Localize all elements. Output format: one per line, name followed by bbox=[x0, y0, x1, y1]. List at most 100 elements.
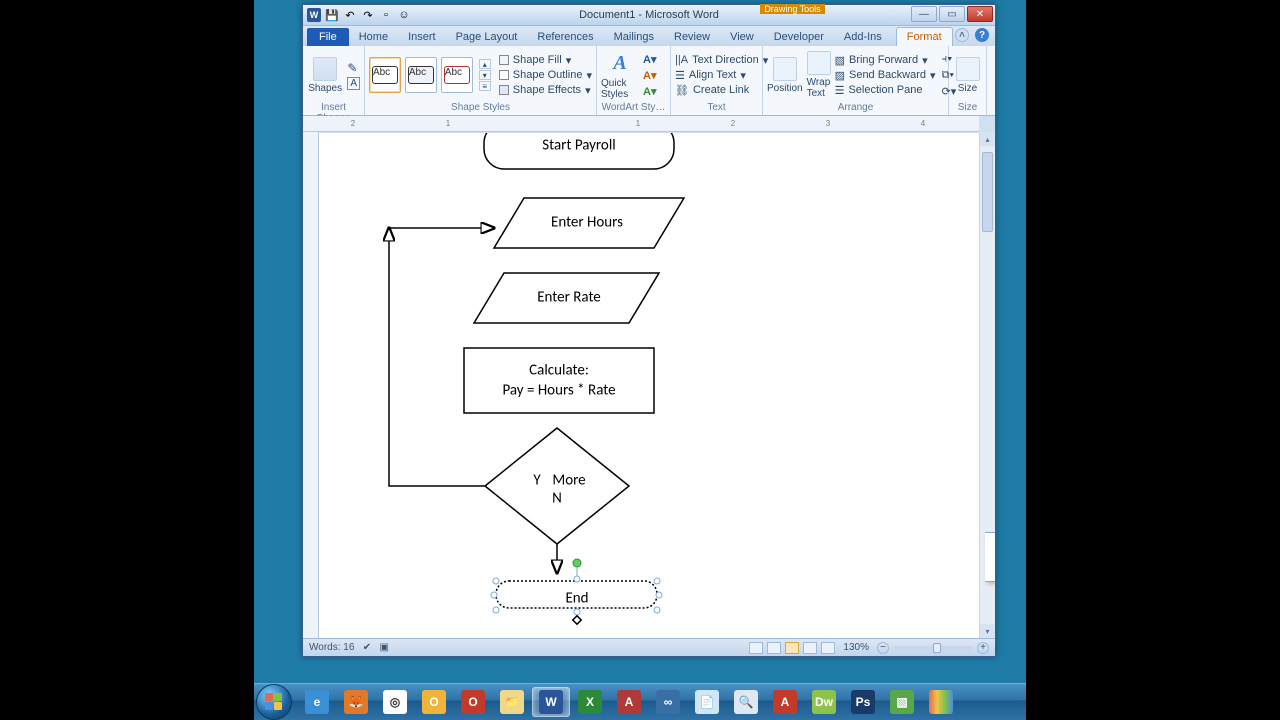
save-icon[interactable]: 💾 bbox=[325, 8, 339, 22]
scroll-down-icon[interactable]: ▾ bbox=[980, 624, 995, 638]
shape-start[interactable]: Start Payroll bbox=[484, 133, 674, 169]
smiley-icon[interactable]: ☺ bbox=[397, 8, 411, 22]
view-web-layout[interactable] bbox=[785, 642, 799, 654]
tab-addins[interactable]: Add-Ins bbox=[834, 28, 892, 46]
create-link-button[interactable]: ⛓Create Link bbox=[675, 84, 768, 97]
taskbar-internet-explorer[interactable]: e bbox=[298, 687, 336, 717]
background-window-peek[interactable]: W bbox=[985, 532, 995, 582]
status-left: Words: 16 ✔ ▣ bbox=[309, 642, 389, 653]
tab-references[interactable]: References bbox=[527, 28, 603, 46]
wrap-text-button[interactable]: Wrap Text bbox=[807, 51, 831, 99]
zoom-level[interactable]: 130% bbox=[843, 642, 869, 653]
gallery-down-icon[interactable]: ▾ bbox=[479, 70, 491, 80]
tab-file[interactable]: File bbox=[307, 28, 349, 46]
shapes-button[interactable]: Shapes bbox=[307, 57, 343, 94]
scroll-thumb[interactable] bbox=[982, 152, 993, 232]
shape-enter-rate[interactable]: Enter Rate bbox=[474, 273, 659, 323]
shape-style-1[interactable]: Abc bbox=[369, 57, 401, 93]
backward-icon: ▨ bbox=[835, 69, 845, 82]
word-count-value[interactable]: 16 bbox=[343, 642, 354, 653]
shape-decision[interactable]: Y More N bbox=[485, 428, 629, 544]
taskbar-chrome[interactable]: ◎ bbox=[376, 687, 414, 717]
taskbar-notepad[interactable]: 📄 bbox=[688, 687, 726, 717]
size-button[interactable]: Size bbox=[953, 57, 982, 94]
word-count-label[interactable]: Words: bbox=[309, 642, 341, 653]
zoom-out-button[interactable]: − bbox=[877, 642, 889, 654]
taskbar-app-rainbow[interactable] bbox=[922, 687, 960, 717]
tab-page-layout[interactable]: Page Layout bbox=[446, 28, 528, 46]
shape-enter-hours[interactable]: Enter Hours bbox=[494, 198, 684, 248]
text-outline-icon[interactable]: A▾ bbox=[643, 69, 656, 82]
edit-shape-icon[interactable]: ✎ bbox=[347, 61, 360, 75]
shape-style-2[interactable]: Abc bbox=[405, 57, 437, 93]
size-icon bbox=[956, 57, 980, 81]
view-full-screen[interactable] bbox=[767, 642, 781, 654]
taskbar[interactable]: e🦊◎OO📁WXA∞📄🔍ADwPs▧ bbox=[254, 683, 1026, 720]
send-backward-button[interactable]: ▨Send Backward ▾ bbox=[835, 69, 936, 82]
app-green-icon: ▧ bbox=[890, 690, 914, 714]
redo-icon[interactable]: ↷ bbox=[361, 8, 375, 22]
scroll-up-icon[interactable]: ▴ bbox=[980, 132, 995, 146]
taskbar-dreamweaver[interactable]: Dw bbox=[805, 687, 843, 717]
photoshop-icon: Ps bbox=[851, 690, 875, 714]
taskbar-app-blue[interactable]: ∞ bbox=[649, 687, 687, 717]
shape-calculate[interactable]: Calculate: Pay = Hours * Rate bbox=[464, 348, 654, 413]
zoom-in-button[interactable]: + bbox=[977, 642, 989, 654]
view-draft[interactable] bbox=[821, 642, 835, 654]
document-page[interactable]: Start Payroll Enter Hours Enter Rate Cal… bbox=[319, 132, 979, 638]
tab-insert[interactable]: Insert bbox=[398, 28, 446, 46]
help-icon[interactable]: ? bbox=[975, 28, 989, 42]
start-button[interactable] bbox=[256, 684, 292, 720]
shape-effects-button[interactable]: Shape Effects ▾ bbox=[499, 84, 592, 97]
tab-review[interactable]: Review bbox=[664, 28, 720, 46]
taskbar-outlook[interactable]: O bbox=[415, 687, 453, 717]
bring-forward-button[interactable]: ▧Bring Forward ▾ bbox=[835, 54, 936, 67]
shape-fill-button[interactable]: Shape Fill ▾ bbox=[499, 54, 592, 67]
text-direction-button[interactable]: ||AText Direction ▾ bbox=[675, 54, 768, 67]
taskbar-opera[interactable]: O bbox=[454, 687, 492, 717]
taskbar-magnifier[interactable]: 🔍 bbox=[727, 687, 765, 717]
align-text-button[interactable]: ☰Align Text ▾ bbox=[675, 69, 768, 82]
taskbar-app-green[interactable]: ▧ bbox=[883, 687, 921, 717]
selection-pane-button[interactable]: ☰Selection Pane bbox=[835, 84, 936, 97]
minimize-ribbon-icon[interactable]: ˄ bbox=[955, 28, 969, 42]
macro-icon[interactable]: ▣ bbox=[379, 642, 388, 653]
text-box-icon[interactable]: A bbox=[347, 77, 360, 90]
tab-mailings[interactable]: Mailings bbox=[604, 28, 664, 46]
gallery-more-icon[interactable]: ≡ bbox=[479, 81, 491, 91]
gallery-up-icon[interactable]: ▴ bbox=[479, 59, 491, 69]
taskbar-firefox[interactable]: 🦊 bbox=[337, 687, 375, 717]
tab-view[interactable]: View bbox=[720, 28, 764, 46]
shape-end-selected[interactable]: End bbox=[491, 559, 662, 624]
taskbar-access[interactable]: A bbox=[610, 687, 648, 717]
chrome-icon: ◎ bbox=[383, 690, 407, 714]
text-effects-icon[interactable]: A▾ bbox=[643, 85, 656, 98]
taskbar-explorer[interactable]: 📁 bbox=[493, 687, 531, 717]
tab-format[interactable]: Format bbox=[896, 27, 953, 46]
proofing-icon[interactable]: ✔ bbox=[363, 642, 371, 653]
view-print-layout[interactable] bbox=[749, 642, 763, 654]
close-button[interactable]: ✕ bbox=[967, 6, 993, 22]
taskbar-word[interactable]: W bbox=[532, 687, 570, 717]
view-outline[interactable] bbox=[803, 642, 817, 654]
title-bar[interactable]: W 💾 ↶ ↷ ▫ ☺ Document1 - Microsoft Word D… bbox=[303, 5, 995, 26]
maximize-button[interactable]: ▭ bbox=[939, 6, 965, 22]
taskbar-adobe-reader[interactable]: A bbox=[766, 687, 804, 717]
shape-style-3[interactable]: Abc bbox=[441, 57, 473, 93]
position-button[interactable]: Position bbox=[767, 57, 803, 94]
undo-icon[interactable]: ↶ bbox=[343, 8, 357, 22]
taskbar-excel[interactable]: X bbox=[571, 687, 609, 717]
tab-home[interactable]: Home bbox=[349, 28, 398, 46]
tab-developer[interactable]: Developer bbox=[764, 28, 834, 46]
vertical-ruler[interactable] bbox=[303, 132, 319, 638]
horizontal-ruler[interactable]: 2 1 1 2 3 4 bbox=[303, 116, 979, 132]
quick-styles-button[interactable]: A Quick Styles bbox=[601, 50, 639, 100]
text-fill-icon[interactable]: A▾ bbox=[643, 53, 656, 66]
firefox-icon: 🦊 bbox=[344, 690, 368, 714]
shape-outline-button[interactable]: Shape Outline ▾ bbox=[499, 69, 592, 82]
minimize-button[interactable]: — bbox=[911, 6, 937, 22]
contextual-tab-group: Drawing Tools bbox=[760, 4, 825, 26]
new-icon[interactable]: ▫ bbox=[379, 8, 393, 22]
taskbar-photoshop[interactable]: Ps bbox=[844, 687, 882, 717]
zoom-slider[interactable] bbox=[893, 646, 973, 650]
